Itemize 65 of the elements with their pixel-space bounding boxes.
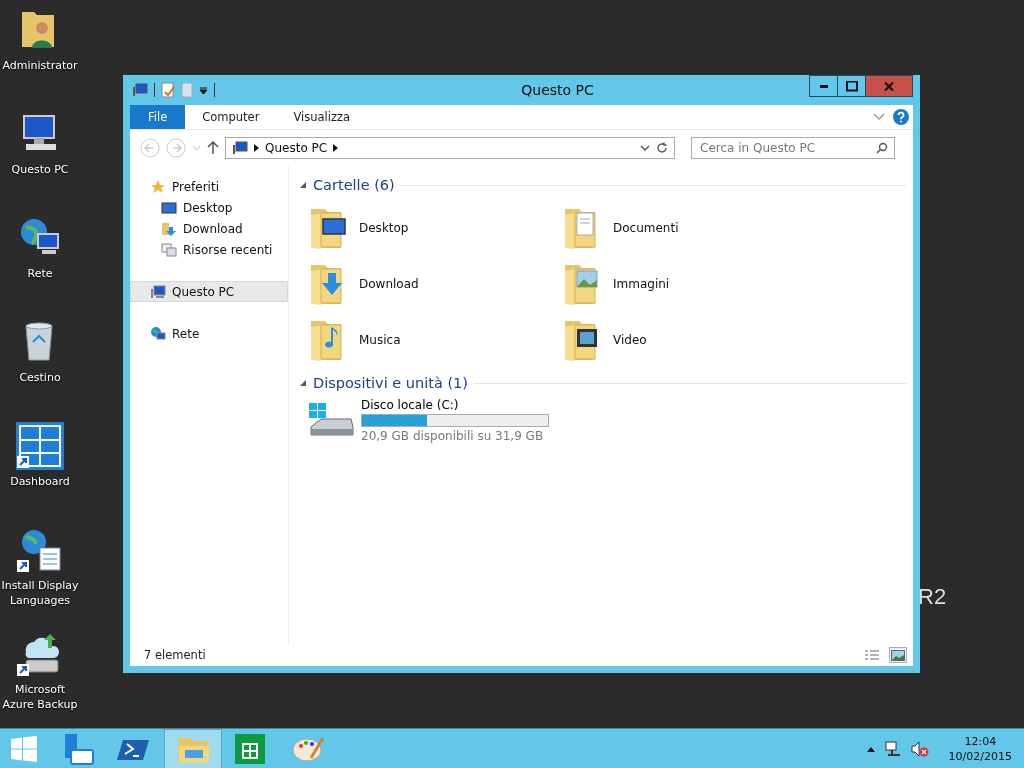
item-count: 7 elementi	[144, 648, 206, 662]
download-icon	[161, 220, 177, 237]
maximize-icon	[845, 80, 858, 92]
start-button[interactable]	[11, 736, 37, 762]
desktop-icon-label[interactable]: Dashboard	[10, 474, 70, 489]
network-icon	[150, 325, 166, 342]
expand-triangle-icon[interactable]	[299, 379, 307, 387]
section-title[interactable]: Cartelle (6)	[313, 177, 395, 193]
caret-right-icon[interactable]	[333, 144, 339, 152]
search-field[interactable]: Cerca in Questo PC	[691, 137, 895, 159]
chevron-down-icon[interactable]	[640, 144, 650, 152]
minimize-button[interactable]	[809, 75, 838, 97]
folder-label[interactable]: Video	[613, 333, 647, 347]
minimize-icon	[819, 84, 828, 88]
refresh-icon[interactable]	[656, 142, 668, 154]
nav-item[interactable]: Risorse recenti	[130, 239, 288, 260]
breadcrumb[interactable]: Questo PC	[265, 141, 328, 155]
desktop-icon-label[interactable]: Microsoft Azure Backup	[0, 682, 80, 712]
folder-label[interactable]: Musica	[359, 333, 401, 347]
up-arrow-icon[interactable]	[207, 141, 219, 155]
desktop-icon	[161, 199, 177, 216]
help-icon[interactable]	[893, 109, 909, 125]
caret-right-icon	[254, 144, 259, 152]
drive-label[interactable]: Disco locale (C:)	[361, 398, 549, 412]
expand-triangle-icon[interactable]	[299, 181, 307, 189]
nav-item[interactable]: Preferiti	[130, 176, 288, 197]
properties-icon[interactable]	[161, 82, 175, 98]
ribbon-tab[interactable]: File	[130, 105, 186, 129]
close-icon	[883, 80, 895, 92]
caret-up-icon[interactable]	[866, 746, 875, 752]
computer-icon	[232, 140, 248, 156]
desktop-icon-label[interactable]: Cestino	[19, 370, 61, 385]
speaker-muted-icon[interactable]	[910, 741, 929, 757]
desktop-icon-label[interactable]: Install Display Languages	[0, 578, 80, 608]
folder-label[interactable]: Immagini	[613, 277, 670, 291]
ribbon-tab[interactable]: Computer	[185, 105, 277, 129]
wallpaper-text: R2	[918, 584, 947, 610]
favorites-icon	[150, 178, 166, 195]
recent-icon	[161, 241, 177, 258]
maximize-button[interactable]	[837, 75, 866, 97]
nav-item[interactable]: Rete	[130, 323, 288, 344]
desktop-icon-label[interactable]: Rete	[27, 266, 53, 281]
ribbon-tab[interactable]: Visualizza	[276, 105, 368, 129]
nav-item[interactable]: Download	[130, 218, 288, 239]
clock-time[interactable]: 12:04	[964, 734, 997, 749]
dropdown-icon[interactable]	[199, 85, 208, 95]
address-bar[interactable]: Questo PC	[225, 137, 675, 159]
desktop-icon-label[interactable]: Administrator	[2, 58, 78, 73]
section-title[interactable]: Dispositivi e unità (1)	[313, 375, 468, 391]
nav-item[interactable]: Desktop	[130, 197, 288, 218]
large-icons-view-button[interactable]	[889, 647, 907, 663]
network-icon[interactable]	[884, 741, 901, 757]
folder-label[interactable]: Download	[359, 277, 419, 291]
clock-date[interactable]: 10/02/2015	[948, 749, 1012, 764]
close-button[interactable]	[865, 75, 913, 97]
search-icon[interactable]	[876, 142, 888, 154]
desktop-icon-label[interactable]: Questo PC	[11, 162, 69, 177]
folder-label[interactable]: Desktop	[359, 221, 409, 235]
free-space-text: 20,9 GB disponibili su 31,9 GB	[361, 429, 545, 443]
dashboard-icon	[16, 422, 64, 470]
computer-icon[interactable]	[132, 82, 148, 98]
window-title: Questo PC	[521, 82, 594, 98]
nav-item[interactable]: Questo PC	[130, 281, 288, 302]
computer-icon	[150, 283, 166, 300]
folder-label[interactable]: Documenti	[613, 221, 679, 235]
